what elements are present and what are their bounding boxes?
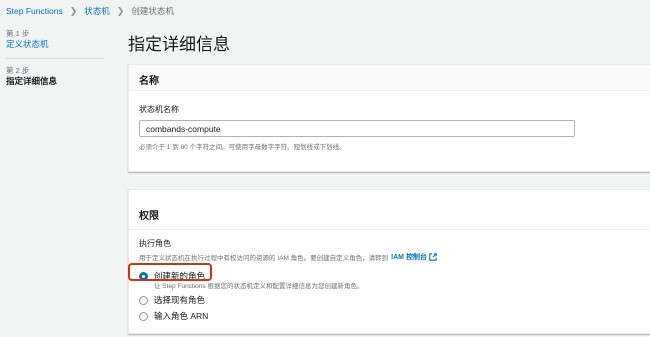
execution-role-label: 执行角色 — [139, 239, 171, 248]
chevron-right-icon: ❯ — [116, 5, 125, 16]
execution-role-description: 用于定义状态机在执行过程中有权访问的资源的 IAM 角色。要创建自定义角色，请转… — [139, 252, 650, 262]
radio-enter-role-arn[interactable]: 输入角色 ARN — [139, 310, 650, 322]
panel-header: 权限 — [129, 190, 650, 230]
breadcrumb-state-machines[interactable]: 状态机 — [84, 5, 110, 17]
radio-button-selected[interactable] — [139, 271, 148, 281]
state-machine-name-label: 状态机名称 — [139, 105, 179, 114]
name-hint: 必须介于 1 到 80 个字符之间。可使用字母数字字符、短划线或下划线。 — [139, 144, 346, 151]
radio-choose-existing-role[interactable]: 选择现有角色 — [139, 294, 650, 306]
radio-button[interactable] — [139, 311, 148, 321]
breadcrumb: Step Functions ❯ 状态机 ❯ 创建状态机 — [6, 5, 174, 17]
permissions-panel: 权限 执行角色 用于定义状态机在执行过程中有权访问的资源的 IAM 角色。要创建… — [128, 189, 650, 334]
external-link-icon — [429, 253, 437, 261]
wizard-step-2: 第 2 步 指定详细信息 — [6, 66, 104, 87]
step-number: 第 1 步 — [6, 29, 30, 38]
state-machine-name-input[interactable] — [139, 120, 575, 137]
iam-console-link[interactable]: IAM 控制台 — [391, 252, 437, 262]
radio-label: 输入角色 ARN — [154, 311, 209, 321]
wizard-step-1[interactable]: 第 1 步 定义状态机 — [6, 29, 104, 50]
breadcrumb-current: 创建状态机 — [131, 6, 174, 16]
radio-description: 让 Step Functions 根据您的状态机定义和配置详细信息为您创建新角色… — [154, 283, 364, 290]
radio-label: 创建新的角色 — [154, 271, 206, 281]
description-text: 用于定义状态机在执行过程中有权访问的资源的 IAM 角色。要创建自定义角色，请转… — [139, 255, 389, 262]
radio-button[interactable] — [139, 295, 148, 305]
wizard-steps: 第 1 步 定义状态机 第 2 步 指定详细信息 — [6, 29, 104, 87]
panel-header: 名称 — [129, 65, 650, 91]
name-panel: 名称 状态机名称 必须介于 1 到 80 个字符之间。可使用字母数字字符、短划线… — [128, 64, 650, 172]
radio-label: 选择现有角色 — [154, 295, 206, 305]
step-title: 指定详细信息 — [6, 76, 58, 86]
step-number: 第 2 步 — [6, 66, 30, 75]
iam-link-text: IAM 控制台 — [391, 254, 427, 261]
chevron-right-icon: ❯ — [69, 5, 78, 16]
divider — [6, 58, 104, 59]
step-title[interactable]: 定义状态机 — [6, 39, 104, 50]
breadcrumb-step-functions[interactable]: Step Functions — [6, 6, 63, 16]
radio-create-new-role[interactable]: 创建新的角色 — [139, 270, 650, 282]
page-title: 指定详细信息 — [128, 35, 230, 54]
